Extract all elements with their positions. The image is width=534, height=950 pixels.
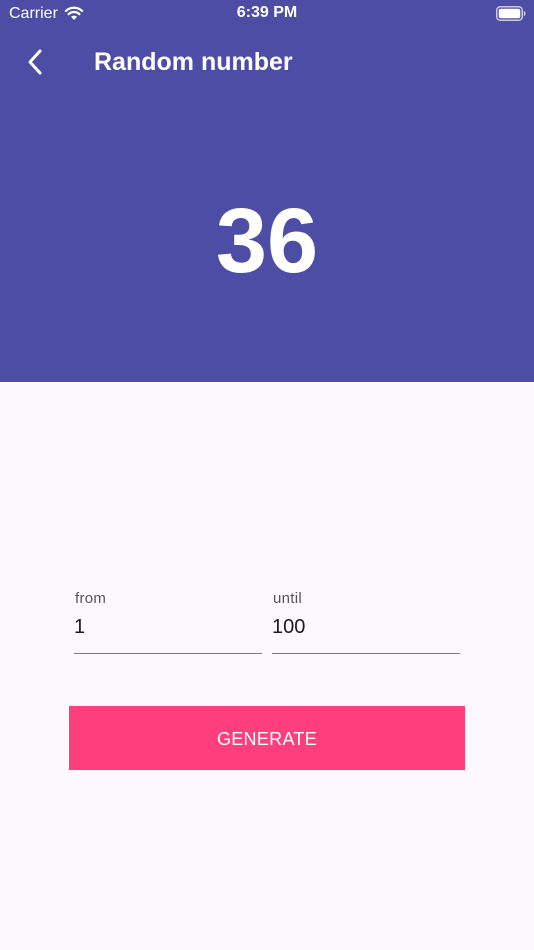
from-field: from	[74, 588, 262, 655]
from-underline	[74, 653, 262, 654]
until-label: until	[273, 590, 303, 607]
page-title: Random number	[94, 48, 293, 76]
random-number-result: 36	[215, 190, 319, 292]
until-input[interactable]	[272, 612, 460, 642]
header-panel: Carrier 6:39 PM Random number 36	[0, 0, 534, 382]
back-button[interactable]	[18, 44, 54, 80]
battery-icon	[496, 6, 526, 21]
until-underline	[272, 653, 460, 654]
status-bar: Carrier 6:39 PM	[0, 0, 534, 28]
status-time: 6:39 PM	[236, 4, 298, 21]
chevron-left-icon	[28, 49, 42, 75]
from-label: from	[75, 590, 107, 607]
until-field: until	[272, 588, 460, 655]
generate-button[interactable]: GENERATE	[69, 706, 465, 770]
from-input[interactable]	[74, 612, 262, 642]
